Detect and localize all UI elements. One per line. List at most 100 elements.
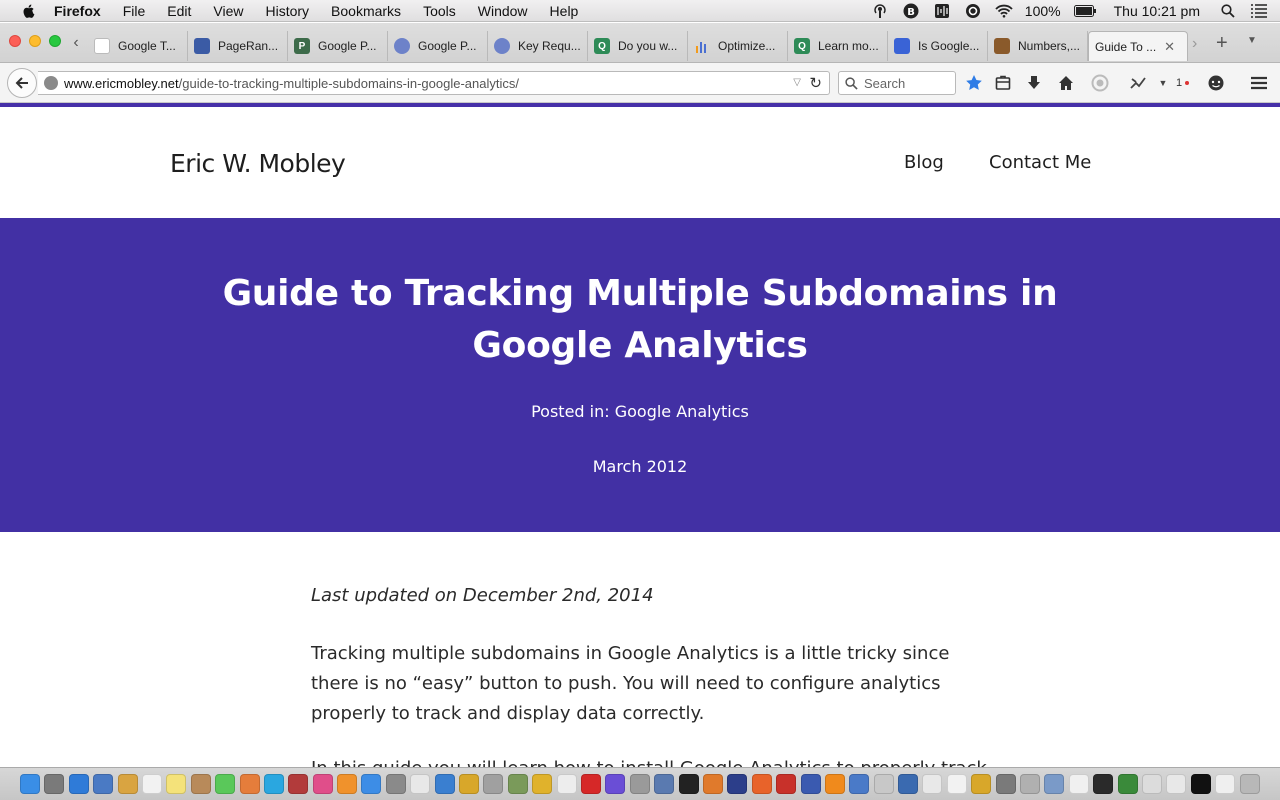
hamburger-menu-icon[interactable] [1250,74,1268,92]
skype-icon[interactable] [263,774,284,794]
folder-icon[interactable] [1044,774,1065,794]
tab-scroll-right-icon[interactable]: › [1192,35,1197,53]
wordpress-icon[interactable] [459,774,480,794]
url-history-dropdown-icon[interactable]: ▽ [793,77,801,88]
new-tab-icon[interactable]: + [1216,32,1228,55]
preview-icon[interactable] [93,774,114,794]
script-icon[interactable] [922,774,943,794]
url-text[interactable]: www.ericmobley.net/guide-to-tracking-mul… [64,76,519,91]
tab[interactable]: Key Requ... [488,31,588,61]
addon-circle-icon[interactable] [1091,74,1109,92]
contacts-icon[interactable] [190,774,211,794]
window-zoom-button[interactable] [49,35,61,47]
firefox-icon[interactable] [751,774,772,794]
tab[interactable]: Q Learn mo... [788,31,888,61]
menu-file[interactable]: File [123,3,146,19]
utility-icon[interactable] [483,774,504,794]
launchpad-icon[interactable] [44,774,65,794]
trash-icon[interactable] [1239,774,1260,794]
nav-link-blog[interactable]: Blog [904,152,944,173]
tab[interactable]: Google T... [88,31,188,61]
reading-list-icon[interactable] [994,74,1012,92]
screenshot-icon[interactable] [654,774,675,794]
safari-icon[interactable] [68,774,89,794]
document-icon[interactable] [556,774,577,794]
opera-icon[interactable] [580,774,601,794]
black-window-icon[interactable] [1190,774,1211,794]
menu-help[interactable]: Help [550,3,579,19]
system-prefs-icon[interactable] [385,774,406,794]
photo-booth-icon[interactable] [288,774,309,794]
chat-bubble-icon[interactable] [1207,74,1225,92]
usb-icon[interactable] [1020,774,1041,794]
menu-bookmarks[interactable]: Bookmarks [331,3,401,19]
imovie-icon[interactable] [605,774,626,794]
chrome-icon[interactable] [532,774,553,794]
finder-icon[interactable] [20,774,40,794]
activity-icon[interactable] [1093,774,1114,794]
home-icon[interactable] [1057,74,1075,92]
apple-menu-icon[interactable] [20,3,38,19]
close-tab-icon[interactable]: ✕ [1164,39,1175,55]
spotlight-icon[interactable] [1218,3,1238,19]
vlc-icon[interactable] [824,774,845,794]
nav-link-contact[interactable]: Contact Me [989,152,1091,173]
tab-active[interactable]: Guide To ... ✕ [1088,31,1188,61]
menu-tools[interactable]: Tools [423,3,456,19]
page-icon[interactable] [946,774,967,794]
battery-icon[interactable] [1073,3,1097,19]
bbedit-icon[interactable] [727,774,748,794]
tab[interactable]: Google P... [388,31,488,61]
virtualbox-icon[interactable] [898,774,919,794]
wordpress-icon[interactable] [971,774,992,794]
o-icon[interactable] [963,3,983,19]
window-icon[interactable] [1215,774,1236,794]
display-icon[interactable] [849,774,870,794]
window-close-button[interactable] [9,35,21,47]
calendar-icon[interactable] [141,774,162,794]
textedit-icon[interactable] [410,774,431,794]
app-store-icon[interactable] [361,774,382,794]
xcode-icon[interactable] [434,774,455,794]
tab-list-dropdown-icon[interactable]: ▼ [1247,35,1257,46]
downloads-icon[interactable] [1025,74,1043,92]
app-menu-firefox[interactable]: Firefox [54,3,101,19]
tab[interactable]: Numbers,... [988,31,1088,61]
messages-icon[interactable] [215,774,236,794]
archive-icon[interactable] [629,774,650,794]
site-name-link[interactable]: Eric W. Mobley [170,149,346,178]
tab[interactable]: PageRan... [188,31,288,61]
notes-icon[interactable] [117,774,138,794]
search-bar[interactable]: Search [838,71,956,95]
photos-icon[interactable] [239,774,260,794]
tab-scroll-left-icon[interactable]: ‹ [68,35,84,51]
reload-icon[interactable]: ↻ [809,74,822,92]
stickies-icon[interactable] [166,774,187,794]
sound-icon[interactable] [932,3,952,19]
window-minimize-button[interactable] [29,35,41,47]
window-icon[interactable] [1141,774,1162,794]
addon-bug-icon[interactable] [1129,74,1147,92]
tab[interactable]: P Google P... [288,31,388,61]
coda-icon[interactable] [702,774,723,794]
notification-center-icon[interactable] [1249,3,1269,19]
green-app-icon[interactable] [1117,774,1138,794]
terminal-icon[interactable] [678,774,699,794]
printer-icon[interactable] [995,774,1016,794]
url-bar[interactable]: www.ericmobley.net/guide-to-tracking-mul… [38,71,830,95]
tab[interactable]: Is Google... [888,31,988,61]
tab[interactable]: Optimize... [688,31,788,61]
menu-view[interactable]: View [213,3,243,19]
back-button[interactable] [7,68,37,98]
menu-window[interactable]: Window [478,3,528,19]
help-icon[interactable] [873,774,894,794]
menubar-clock[interactable]: Thu 10:21 pm [1114,3,1200,19]
window-icon[interactable] [1166,774,1187,794]
camino-icon[interactable] [800,774,821,794]
ibooks-icon[interactable] [337,774,358,794]
bookmark-star-icon[interactable] [965,74,983,92]
menu-history[interactable]: History [265,3,309,19]
b-icon[interactable]: B [901,3,921,19]
post-category[interactable]: Posted in: Google Analytics [0,402,1280,421]
window-icon[interactable] [1068,774,1089,794]
